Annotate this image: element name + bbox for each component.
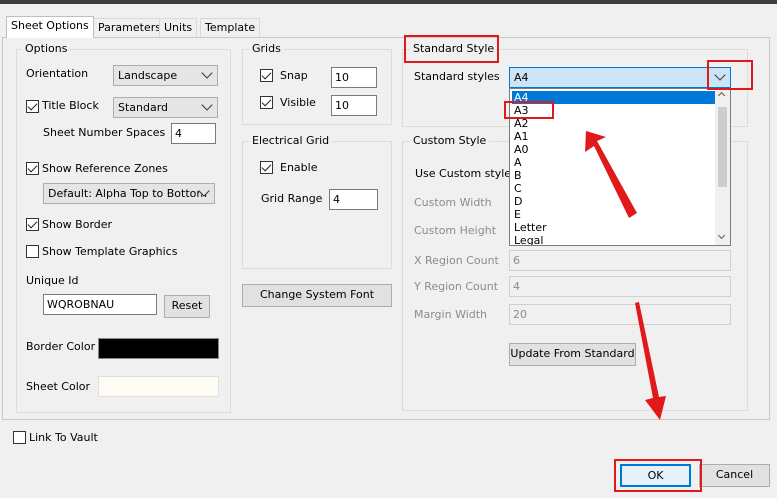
- tab-units[interactable]: Units: [159, 18, 198, 37]
- unique-id-input[interactable]: WQROBNAU: [43, 294, 157, 315]
- chevron-down-icon: [201, 99, 213, 111]
- annotation-box-standard-style: [404, 35, 499, 63]
- sheet-color-label: Sheet Color: [26, 380, 91, 393]
- link-to-vault-checkbox[interactable]: [13, 431, 26, 444]
- list-item[interactable]: Letter: [512, 221, 716, 234]
- title-block-label: Title Block: [42, 99, 99, 112]
- dropdown-scrollbar[interactable]: [715, 89, 730, 245]
- list-item[interactable]: C: [512, 182, 716, 195]
- snap-input[interactable]: 10: [331, 67, 377, 88]
- use-custom-style-label: Use Custom style: [415, 167, 512, 180]
- show-border-checkbox[interactable]: [26, 218, 39, 231]
- window-title-bar: [0, 0, 777, 4]
- custom-height-label: Custom Height: [414, 224, 497, 237]
- orientation-value: Landscape: [118, 69, 178, 82]
- show-template-graphics-checkbox[interactable]: [26, 245, 39, 258]
- title-block-checkbox[interactable]: [26, 100, 39, 113]
- standard-styles-value: A4: [514, 71, 529, 84]
- title-block-select[interactable]: Standard: [113, 97, 218, 118]
- reference-zones-value: Default: Alpha Top to Bottom: [48, 187, 208, 200]
- sheet-number-spaces-label: Sheet Number Spaces: [43, 126, 166, 139]
- update-from-standard-button[interactable]: Update From Standard: [509, 343, 636, 366]
- margin-width-input[interactable]: 20: [509, 304, 731, 325]
- reference-zones-select[interactable]: Default: Alpha Top to Bottom: [43, 183, 215, 204]
- custom-width-label: Custom Width: [414, 196, 492, 209]
- cancel-button[interactable]: Cancel: [699, 464, 770, 487]
- options-legend: Options: [22, 42, 71, 56]
- enable-label: Enable: [280, 161, 318, 174]
- tab-template[interactable]: Template: [200, 18, 261, 37]
- show-reference-zones-checkbox[interactable]: [26, 162, 39, 175]
- list-item[interactable]: D: [512, 195, 716, 208]
- y-region-count-label: Y Region Count: [414, 280, 499, 293]
- grid-range-input[interactable]: 4: [329, 189, 378, 210]
- border-color-label: Border Color: [26, 340, 96, 353]
- title-block-value: Standard: [118, 101, 169, 114]
- sheet-color-swatch[interactable]: [98, 376, 219, 397]
- list-item[interactable]: A: [512, 156, 716, 169]
- visible-label: Visible: [280, 96, 316, 109]
- chevron-down-icon: [717, 231, 726, 240]
- link-to-vault-label: Link To Vault: [29, 431, 98, 444]
- list-item[interactable]: Legal: [512, 234, 716, 245]
- x-region-count-label: X Region Count: [414, 254, 499, 267]
- list-item[interactable]: A1: [512, 130, 716, 143]
- sheet-number-spaces-input[interactable]: 4: [171, 123, 216, 144]
- change-system-font-button[interactable]: Change System Font: [242, 284, 392, 307]
- annotation-box-ok: [614, 459, 702, 492]
- standard-styles-label: Standard styles: [414, 70, 500, 83]
- orientation-label: Orientation: [26, 67, 89, 80]
- chevron-up-icon: [717, 91, 726, 100]
- y-region-count-input[interactable]: 4: [509, 276, 731, 297]
- x-region-count-input[interactable]: 6: [509, 250, 731, 271]
- visible-input[interactable]: 10: [331, 95, 377, 116]
- snap-label: Snap: [280, 69, 308, 82]
- show-reference-zones-label: Show Reference Zones: [42, 162, 168, 175]
- list-item[interactable]: E: [512, 208, 716, 221]
- margin-width-label: Margin Width: [414, 308, 488, 321]
- chevron-down-icon: [201, 67, 213, 79]
- standard-styles-select[interactable]: A4: [509, 67, 731, 88]
- scrollbar-thumb[interactable]: [718, 107, 727, 187]
- tab-sheet-options[interactable]: Sheet Options: [6, 16, 94, 38]
- list-item[interactable]: B: [512, 169, 716, 182]
- electrical-grid-legend: Electrical Grid: [249, 134, 333, 148]
- tab-parameters[interactable]: Parameters: [93, 18, 166, 37]
- grid-range-label: Grid Range: [261, 192, 323, 205]
- reset-button[interactable]: Reset: [164, 295, 210, 318]
- show-border-label: Show Border: [42, 218, 113, 231]
- border-color-swatch[interactable]: [98, 338, 219, 359]
- orientation-select[interactable]: Landscape: [113, 65, 218, 86]
- show-template-graphics-label: Show Template Graphics: [42, 245, 178, 258]
- custom-style-legend: Custom Style: [410, 134, 490, 148]
- unique-id-label: Unique Id: [26, 274, 79, 287]
- enable-checkbox[interactable]: [260, 161, 273, 174]
- list-item[interactable]: A0: [512, 143, 716, 156]
- grids-legend: Grids: [249, 42, 284, 56]
- visible-checkbox[interactable]: [260, 96, 273, 109]
- annotation-box-a3-option: [504, 101, 554, 119]
- annotation-box-dropdown-toggle: [707, 60, 753, 90]
- snap-checkbox[interactable]: [260, 69, 273, 82]
